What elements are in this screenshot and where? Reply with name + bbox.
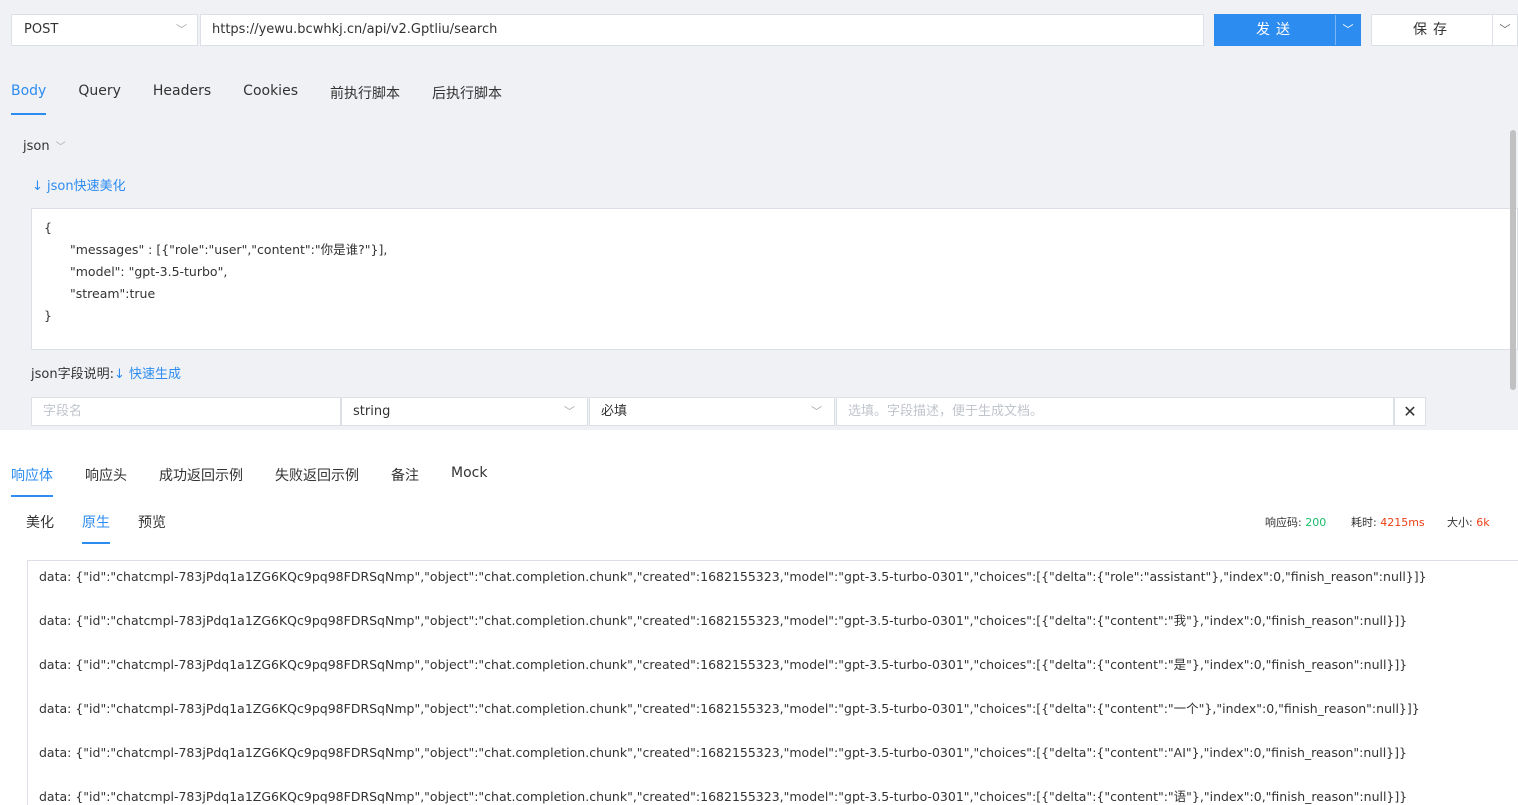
editor-line: "messages" : [{"role":"user","content":"… — [70, 242, 388, 257]
delete-field-button[interactable]: ✕ — [1394, 397, 1426, 426]
send-button[interactable]: 发送 ﹀ — [1214, 14, 1361, 46]
response-time-label: 耗时: — [1351, 516, 1377, 529]
tab-mock[interactable]: Mock — [451, 465, 487, 497]
arrow-down-icon: ↓ — [113, 367, 125, 382]
status-code: 响应码: 200 — [1265, 514, 1326, 530]
field-description-input[interactable]: 选填。字段描述，便于生成文档。 — [836, 397, 1394, 426]
response-view-tabs: 美化 原生 预览 — [26, 512, 194, 544]
tab-success-example[interactable]: 成功返回示例 — [159, 465, 243, 497]
tab-cookies[interactable]: Cookies — [243, 83, 298, 115]
field-name-input[interactable]: 字段名 — [31, 397, 341, 426]
editor-line: "model": "gpt-3.5-turbo", — [70, 264, 228, 279]
save-button[interactable]: 保存 ﹀ — [1371, 14, 1518, 46]
tab-query[interactable]: Query — [78, 83, 121, 115]
chevron-down-icon: ﹀ — [564, 405, 575, 418]
quick-generate-link[interactable]: ↓ 快速生成 — [114, 367, 181, 382]
response-time: 耗时: 4215ms — [1351, 514, 1425, 530]
editor-line: } — [44, 308, 52, 323]
send-button-label: 发送 — [1256, 22, 1296, 38]
tab-response-headers[interactable]: 响应头 — [85, 465, 127, 497]
tab-response-body[interactable]: 响应体 — [11, 465, 53, 497]
response-line: data: {"id":"chatcmpl-783jPdq1a1ZG6KQc9p… — [39, 657, 1408, 672]
response-line: data: {"id":"chatcmpl-783jPdq1a1ZG6KQc9p… — [39, 569, 1427, 584]
response-size: 大小: 6k — [1447, 514, 1490, 530]
tab-preview[interactable]: 预览 — [138, 512, 166, 544]
close-icon: ✕ — [1403, 402, 1417, 421]
field-desc-label: json字段说明: — [31, 367, 114, 382]
json-body-editor[interactable]: { "messages" : [{"role":"user","content"… — [31, 208, 1518, 350]
response-line: data: {"id":"chatcmpl-783jPdq1a1ZG6KQc9p… — [39, 613, 1408, 628]
tab-pretty[interactable]: 美化 — [26, 512, 54, 544]
editor-line: "stream":true — [70, 286, 156, 301]
tab-failure-example[interactable]: 失败返回示例 — [275, 465, 359, 497]
send-dropdown-chevron-icon[interactable]: ﹀ — [1335, 15, 1360, 45]
tab-post-script[interactable]: 后执行脚本 — [432, 83, 502, 115]
tab-notes[interactable]: 备注 — [391, 465, 419, 497]
json-beautify-link[interactable]: ↓ json快速美化 — [32, 175, 126, 194]
response-size-label: 大小: — [1447, 516, 1473, 529]
raw-response-output[interactable]: data: {"id":"chatcmpl-783jPdq1a1ZG6KQc9p… — [27, 560, 1518, 805]
tab-headers[interactable]: Headers — [153, 83, 211, 115]
json-beautify-label: json快速美化 — [47, 179, 126, 194]
arrow-down-icon: ↓ — [32, 179, 43, 194]
status-code-value: 200 — [1305, 516, 1327, 529]
response-size-value: 6k — [1476, 516, 1490, 529]
request-tabs: Body Query Headers Cookies 前执行脚本 后执行脚本 — [11, 83, 534, 115]
field-type-select[interactable]: string ﹀ — [341, 397, 588, 426]
save-button-label: 保存 — [1413, 22, 1453, 38]
response-line: data: {"id":"chatcmpl-783jPdq1a1ZG6KQc9p… — [39, 701, 1420, 716]
response-line: data: {"id":"chatcmpl-783jPdq1a1ZG6KQc9p… — [39, 789, 1408, 804]
tab-pre-script[interactable]: 前执行脚本 — [330, 83, 400, 115]
method-select[interactable]: POST ﹀ — [11, 14, 198, 46]
body-format-select[interactable]: json ﹀ — [23, 138, 66, 154]
chevron-down-icon: ﹀ — [55, 142, 66, 153]
field-type-value: string — [353, 404, 391, 419]
quick-generate-label: 快速生成 — [129, 367, 182, 382]
method-value: POST — [24, 22, 59, 37]
scrollbar[interactable] — [1510, 130, 1516, 390]
response-tabs: 响应体 响应头 成功返回示例 失败返回示例 备注 Mock — [11, 465, 519, 497]
body-format-value: json — [23, 139, 50, 154]
tab-raw[interactable]: 原生 — [82, 512, 110, 544]
json-field-description: json字段说明:↓ 快速生成 — [31, 363, 181, 382]
editor-line: { — [44, 220, 52, 235]
response-time-value: 4215ms — [1380, 516, 1425, 529]
field-required-value: 必填 — [601, 404, 628, 419]
chevron-down-icon: ﹀ — [176, 23, 187, 36]
field-required-select[interactable]: 必填 ﹀ — [589, 397, 835, 426]
status-code-label: 响应码: — [1265, 516, 1302, 529]
tab-body[interactable]: Body — [11, 83, 47, 115]
response-line: data: {"id":"chatcmpl-783jPdq1a1ZG6KQc9p… — [39, 745, 1407, 760]
url-input[interactable]: https://yewu.bcwhkj.cn/api/v2.Gptliu/sea… — [200, 14, 1204, 46]
save-dropdown-chevron-icon[interactable]: ﹀ — [1492, 15, 1517, 45]
chevron-down-icon: ﹀ — [811, 405, 822, 418]
